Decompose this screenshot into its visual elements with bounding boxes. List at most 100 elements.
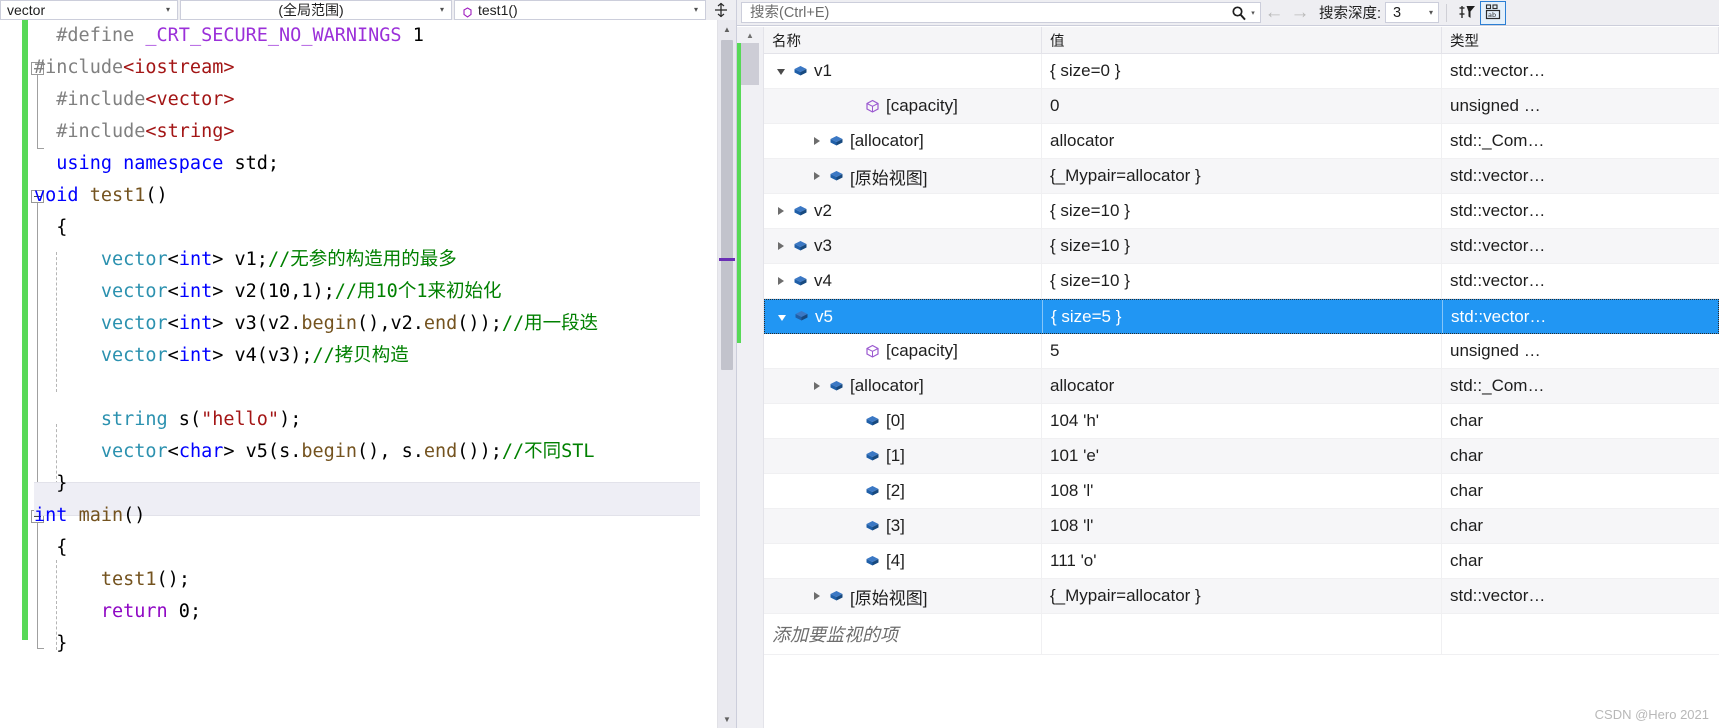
watch-row-name-cell[interactable]: v2	[764, 194, 1042, 228]
code-line[interactable]: vector<int> v2(10,1);//用10个1来初始化	[34, 276, 736, 308]
watch-row-name-cell[interactable]: [3]	[764, 509, 1042, 543]
watch-row-name-cell[interactable]: v5	[765, 300, 1043, 333]
code-line[interactable]: test1();	[34, 564, 736, 596]
watch-row-value[interactable]: 111 'o'	[1042, 544, 1442, 578]
watch-row-value[interactable]: {_Mypair=allocator }	[1042, 159, 1442, 193]
search-options-chevron-icon[interactable]: ▾	[1248, 9, 1258, 17]
collapse-triangle-icon[interactable]	[772, 67, 790, 75]
watch-row-value[interactable]: { size=10 }	[1042, 194, 1442, 228]
code-line[interactable]: string s("hello");	[34, 404, 736, 436]
scrollbar-thumb[interactable]	[741, 43, 759, 85]
expand-triangle-icon[interactable]	[772, 242, 790, 250]
watch-row-value[interactable]: 108 'l'	[1042, 509, 1442, 543]
watch-row-name-cell[interactable]: [原始视图]	[764, 159, 1042, 193]
watch-row-name-cell[interactable]: [4]	[764, 544, 1042, 578]
watch-row-value[interactable]: { size=10 }	[1042, 229, 1442, 263]
watch-row[interactable]: [1] 101 'e' char	[764, 439, 1719, 474]
code-line[interactable]: return 0;	[34, 596, 736, 628]
code-line[interactable]: vector<int> v4(v3);//拷贝构造	[34, 340, 736, 372]
code-line[interactable]: {	[34, 532, 736, 564]
watch-row-value[interactable]: 108 'l'	[1042, 474, 1442, 508]
code-line[interactable]: #include<iostream>	[34, 52, 736, 84]
watch-row[interactable]: v3 { size=10 } std::vector…	[764, 229, 1719, 264]
search-depth-dropdown[interactable]: 3 ▾	[1385, 2, 1440, 23]
watch-row[interactable]: [4] 111 'o' char	[764, 544, 1719, 579]
watch-row[interactable]: v4 { size=10 } std::vector…	[764, 264, 1719, 299]
scrollbar-thumb[interactable]	[721, 40, 733, 370]
watch-row-value[interactable]: allocator	[1042, 369, 1442, 403]
watch-row-value[interactable]: 101 'e'	[1042, 439, 1442, 473]
column-header-type[interactable]: 类型	[1442, 27, 1719, 53]
scroll-up-button[interactable]: ▲	[741, 27, 759, 43]
project-scope-dropdown[interactable]: vector ▾	[0, 0, 178, 20]
pin-filter-button[interactable]	[1454, 1, 1480, 25]
watch-row-name-cell[interactable]: [1]	[764, 439, 1042, 473]
column-header-name[interactable]: 名称	[764, 27, 1042, 53]
watch-row[interactable]: v2 { size=10 } std::vector…	[764, 194, 1719, 229]
add-watch-placeholder[interactable]: 添加要监视的项	[764, 614, 1042, 654]
code-line[interactable]: vector<int> v3(v2.begin(),v2.end());//用一…	[34, 308, 736, 340]
code-line[interactable]: using namespace std;	[34, 148, 736, 180]
scroll-down-button[interactable]: ▼	[718, 710, 736, 728]
code-line[interactable]: vector<char> v5(s.begin(), s.end());//不同…	[34, 436, 736, 468]
column-header-value[interactable]: 值	[1042, 27, 1442, 53]
watch-row-name-cell[interactable]: [2]	[764, 474, 1042, 508]
code-line[interactable]: #define _CRT_SECURE_NO_WARNINGS 1	[34, 20, 736, 52]
expand-triangle-icon[interactable]	[808, 137, 826, 145]
watch-row-value[interactable]: allocator	[1042, 124, 1442, 158]
search-icon[interactable]	[1230, 5, 1248, 21]
editor-vertical-scrollbar[interactable]: ▲ ▼	[717, 20, 736, 728]
watch-row[interactable]: [capacity] 0 unsigned …	[764, 89, 1719, 124]
watch-row[interactable]: [0] 104 'h' char	[764, 404, 1719, 439]
expand-triangle-icon[interactable]	[808, 172, 826, 180]
code-line[interactable]: }	[34, 468, 736, 500]
watch-row-name-cell[interactable]: v4	[764, 264, 1042, 298]
expand-triangle-icon[interactable]	[808, 382, 826, 390]
search-prev-button[interactable]: ←	[1261, 1, 1287, 25]
watch-row[interactable]: [allocator] allocator std::_Com…	[764, 369, 1719, 404]
code-line[interactable]: void test1()	[34, 180, 736, 212]
watch-row-name-cell[interactable]: [allocator]	[764, 124, 1042, 158]
watch-row-name-cell[interactable]: v1	[764, 54, 1042, 88]
watch-row-value[interactable]: 5	[1042, 334, 1442, 368]
code-line[interactable]: #include<vector>	[34, 84, 736, 116]
member-scope-dropdown[interactable]: test1() ▾	[454, 0, 706, 20]
add-watch-row[interactable]: 添加要监视的项	[764, 614, 1719, 655]
watch-row-name-cell[interactable]: [原始视图]	[764, 579, 1042, 613]
search-next-button[interactable]: →	[1287, 1, 1313, 25]
code-line[interactable]: #include<string>	[34, 116, 736, 148]
collapse-triangle-icon[interactable]	[773, 313, 791, 321]
watch-row[interactable]: [原始视图] {_Mypair=allocator } std::vector…	[764, 159, 1719, 194]
watch-row[interactable]: [allocator] allocator std::_Com…	[764, 124, 1719, 159]
scroll-up-button[interactable]: ▲	[718, 20, 736, 38]
watch-row-value[interactable]: { size=5 }	[1043, 300, 1443, 333]
watch-vertical-scrollbar[interactable]: ▲	[737, 27, 764, 728]
watch-row-value[interactable]: { size=0 }	[1042, 54, 1442, 88]
watch-row[interactable]: v5 { size=5 } std::vector…	[764, 299, 1719, 334]
code-lines[interactable]: #define _CRT_SECURE_NO_WARNINGS 1 #includ…	[34, 20, 736, 660]
watch-row-name-cell[interactable]: [allocator]	[764, 369, 1042, 403]
tab-display-toggle-button[interactable]: ab	[1480, 0, 1507, 25]
watch-row[interactable]: v1 { size=0 } std::vector…	[764, 54, 1719, 89]
expand-triangle-icon[interactable]	[772, 207, 790, 215]
split-view-button[interactable]	[708, 0, 734, 20]
watch-row-value[interactable]: 0	[1042, 89, 1442, 123]
class-scope-dropdown[interactable]: (全局范围) ▾	[180, 0, 452, 20]
code-line[interactable]: int main()	[34, 500, 736, 532]
watch-row-name-cell[interactable]: [0]	[764, 404, 1042, 438]
expand-triangle-icon[interactable]	[772, 277, 790, 285]
code-line[interactable]: }	[34, 628, 736, 660]
watch-row[interactable]: [capacity] 5 unsigned …	[764, 334, 1719, 369]
code-line[interactable]	[34, 372, 736, 404]
code-line[interactable]: vector<int> v1;//无参的构造用的最多	[34, 244, 736, 276]
watch-row[interactable]: [原始视图] {_Mypair=allocator } std::vector…	[764, 579, 1719, 614]
watch-row-value[interactable]: {_Mypair=allocator }	[1042, 579, 1442, 613]
code-text-area[interactable]: #define _CRT_SECURE_NO_WARNINGS 1 #includ…	[0, 20, 736, 728]
search-box[interactable]: ▾	[741, 2, 1261, 23]
watch-row[interactable]: [2] 108 'l' char	[764, 474, 1719, 509]
search-input[interactable]	[748, 3, 1230, 22]
watch-row-value[interactable]: 104 'h'	[1042, 404, 1442, 438]
add-watch-value-cell[interactable]	[1042, 614, 1442, 654]
watch-row[interactable]: [3] 108 'l' char	[764, 509, 1719, 544]
watch-row-name-cell[interactable]: v3	[764, 229, 1042, 263]
